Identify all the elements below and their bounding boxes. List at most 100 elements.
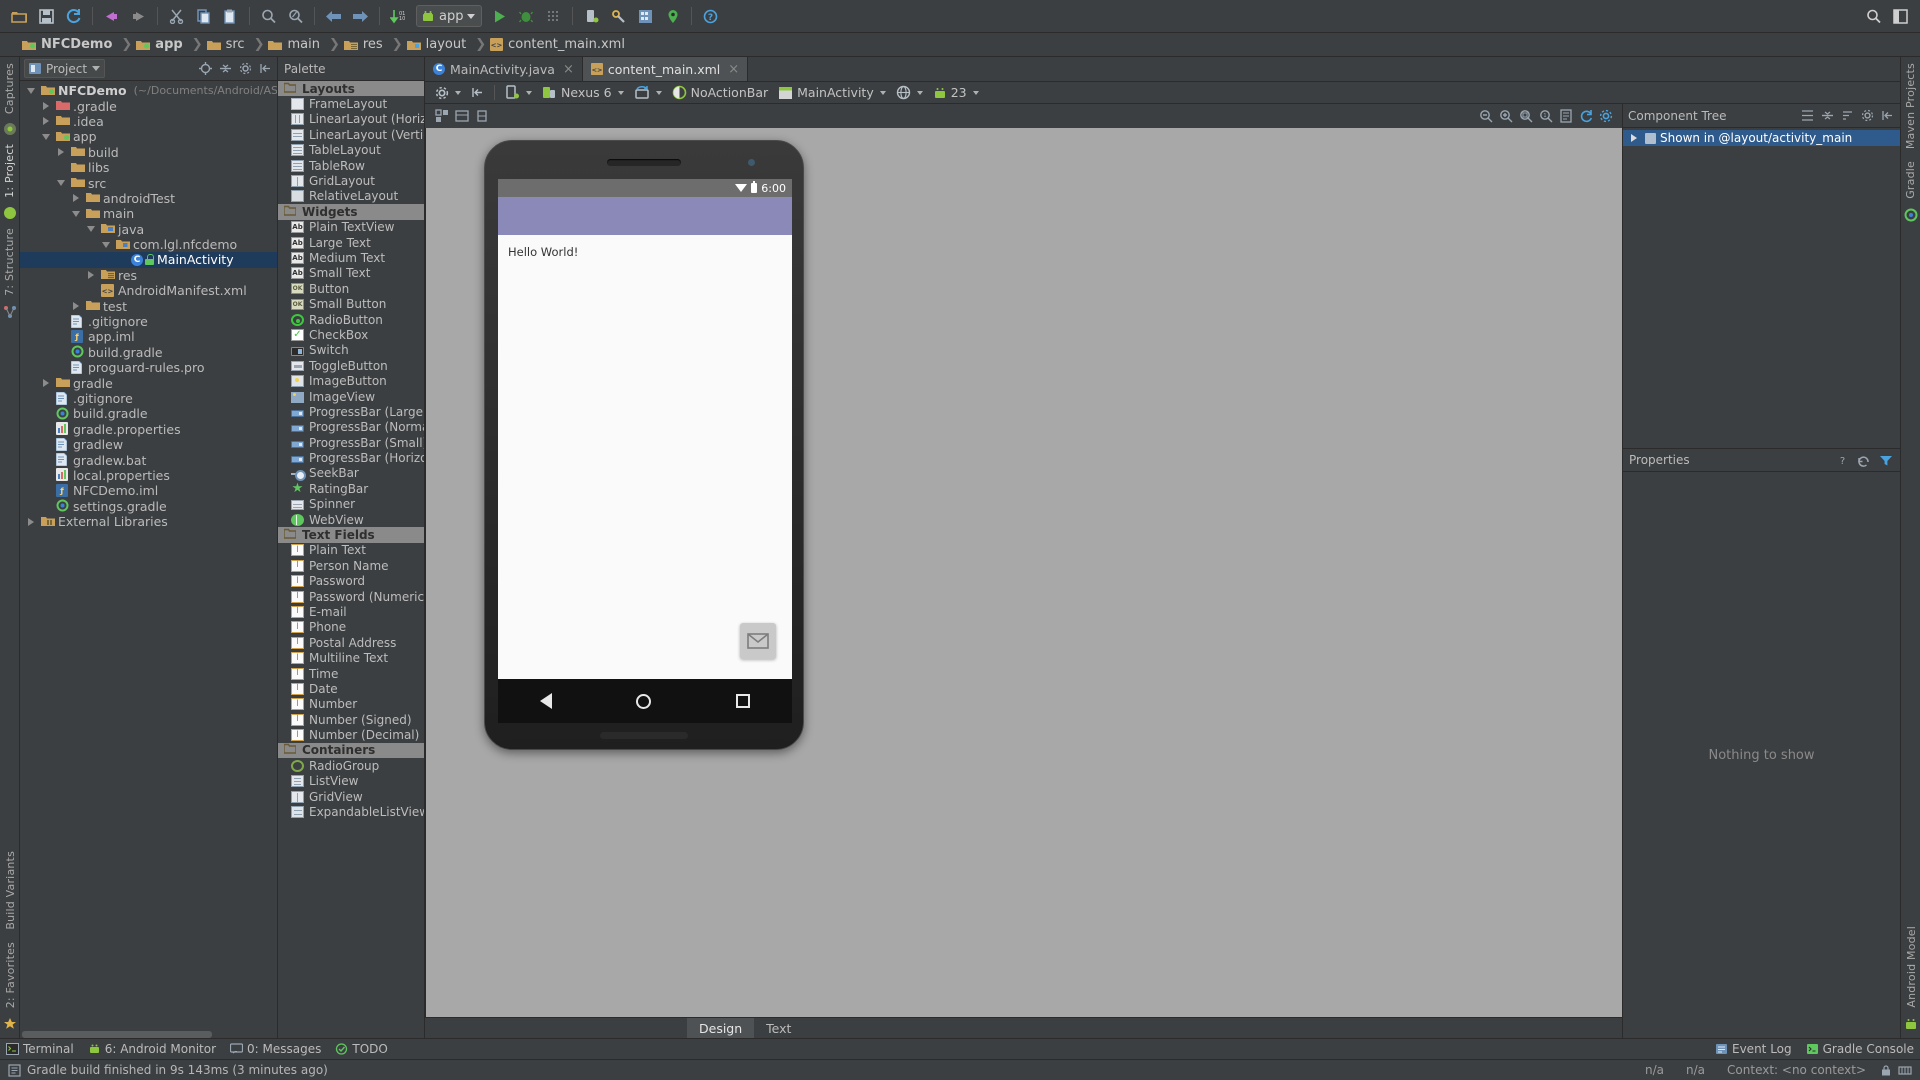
tree-expander-icon[interactable] <box>54 180 68 187</box>
activity-selector[interactable]: MainActivity <box>774 83 890 102</box>
tree-node[interactable]: .gitignore <box>20 314 277 329</box>
expand-all-icon[interactable] <box>1799 108 1815 124</box>
palette-item[interactable]: RadioButton <box>278 312 424 327</box>
close-icon[interactable]: × <box>563 62 574 77</box>
tree-node[interactable]: External Libraries <box>20 514 277 529</box>
collapse-all-icon[interactable] <box>1819 108 1835 124</box>
back-triangle-icon[interactable] <box>540 693 553 709</box>
tool-button-android-model[interactable]: Android Model <box>1905 920 1918 1014</box>
tool-button-build-variants[interactable]: Build Variants <box>4 845 17 936</box>
palette-group-header[interactable]: Layouts <box>278 81 424 97</box>
tree-expander-icon[interactable] <box>39 133 53 140</box>
palette-item[interactable]: OK Button <box>278 281 424 296</box>
locale-selector[interactable] <box>892 83 927 102</box>
device-type-selector[interactable] <box>501 83 536 102</box>
zoom-actual-icon[interactable]: 1 <box>1537 108 1554 125</box>
tree-node[interactable]: com.lgl.nfcdemo <box>20 237 277 252</box>
palette-item[interactable]: RadioGroup <box>278 758 424 773</box>
tree-expander-icon[interactable] <box>99 241 113 248</box>
palette-item[interactable]: FrameLayout <box>278 96 424 111</box>
tree-expander-icon[interactable] <box>39 117 53 126</box>
gear-icon[interactable] <box>237 61 253 77</box>
breadcrumb-item-res[interactable]: res ❯ <box>343 37 407 52</box>
palette-item[interactable]: Ab Plain TextView <box>278 220 424 235</box>
tool-button-gradle[interactable]: Gradle <box>1904 155 1917 205</box>
tool-button-maven-projects[interactable]: Maven Projects <box>1904 57 1917 155</box>
palette-item[interactable]: WebView <box>278 512 424 527</box>
palette-item[interactable]: OK Small Button <box>278 296 424 311</box>
tree-node[interactable]: androidTest <box>20 191 277 206</box>
tree-node[interactable]: C MainActivity <box>20 252 277 268</box>
tree-expander-icon[interactable] <box>24 517 38 526</box>
tool-button-captures[interactable]: Captures <box>3 57 16 120</box>
expander-icon[interactable] <box>1627 134 1641 142</box>
floating-action-button[interactable] <box>740 623 776 659</box>
tree-node[interactable]: NFCDemo (~/Documents/Android/ASCode/ <box>20 83 277 98</box>
palette-item[interactable]: RelativeLayout <box>278 189 424 204</box>
breadcrumb-item-main[interactable]: main ❯ <box>268 37 343 52</box>
forward-arrow-icon[interactable] <box>347 4 374 29</box>
device-selector[interactable]: Nexus 6 <box>538 83 628 102</box>
constraints-icon[interactable] <box>473 108 490 125</box>
tree-node[interactable]: ƒ app.iml <box>20 329 277 344</box>
palette-item[interactable]: ProgressBar (Normal) <box>278 420 424 435</box>
tree-node[interactable]: <> AndroidManifest.xml <box>20 283 277 298</box>
tree-node[interactable]: local.properties <box>20 468 277 483</box>
close-icon[interactable]: × <box>728 62 739 77</box>
refresh-icon[interactable] <box>1577 108 1594 125</box>
compile-icon[interactable]: 01 10 <box>385 4 412 29</box>
tree-node[interactable]: main <box>20 206 277 221</box>
debug-icon[interactable] <box>513 4 540 29</box>
tree-node[interactable]: .idea <box>20 114 277 129</box>
palette-item[interactable]: TableRow <box>278 158 424 173</box>
canvas-settings-icon[interactable] <box>1597 108 1614 125</box>
tree-expander-icon[interactable] <box>69 302 83 311</box>
tree-expander-icon[interactable] <box>24 87 38 94</box>
palette-item[interactable]: ✓ CheckBox <box>278 327 424 342</box>
tab-design[interactable]: Design <box>687 1018 755 1038</box>
lock-icon[interactable] <box>1880 1064 1892 1077</box>
tree-node[interactable]: app <box>20 129 277 144</box>
tool-button-gradle-console[interactable]: Gradle Console <box>1806 1042 1914 1056</box>
tree-node[interactable]: build.gradle <box>20 406 277 421</box>
palette-item[interactable]: TableLayout <box>278 143 424 158</box>
palette-item[interactable]: Ab Small Text <box>278 266 424 281</box>
designer-settings-button[interactable] <box>431 83 465 102</box>
tree-node[interactable]: ƒ NFCDemo.iml <box>20 483 277 498</box>
palette-item[interactable]: I E-mail <box>278 604 424 619</box>
filter-icon[interactable] <box>1878 452 1894 468</box>
api-level-selector[interactable]: 23 <box>929 83 983 102</box>
run-configuration-selector[interactable]: app <box>416 5 483 27</box>
open-folder-icon[interactable] <box>6 4 33 29</box>
tree-expander-icon[interactable] <box>69 194 83 203</box>
palette-toggle-icon[interactable] <box>433 108 450 125</box>
search-icon[interactable] <box>255 4 282 29</box>
tree-node[interactable]: gradle.properties <box>20 422 277 437</box>
tool-button-event-log[interactable]: Event Log <box>1715 1042 1792 1056</box>
palette-list[interactable]: LayoutsFrameLayoutLinearLayout (Horizont… <box>278 81 424 1038</box>
theme-selector[interactable]: NoActionBar <box>668 83 773 102</box>
sort-icon[interactable] <box>1839 108 1855 124</box>
design-canvas[interactable]: 6:00 Hello World! <box>425 128 1622 1017</box>
tool-button-terminal[interactable]: Terminal <box>6 1042 74 1056</box>
zoom-fit-icon[interactable] <box>1517 108 1534 125</box>
component-tree-body[interactable]: Shown in @layout/activity_main <box>1623 128 1900 448</box>
blueprint-icon[interactable] <box>453 108 470 125</box>
recents-square-icon[interactable] <box>735 694 750 708</box>
palette-item[interactable]: ProgressBar (Large) <box>278 404 424 419</box>
palette-item[interactable]: I Password (Numeric) <box>278 589 424 604</box>
tree-expander-icon[interactable] <box>39 102 53 111</box>
palette-item[interactable]: LinearLayout (Vertical) <box>278 127 424 142</box>
palette-item[interactable]: ExpandableListView <box>278 804 424 819</box>
gear-icon[interactable] <box>1859 108 1875 124</box>
hide-panel-icon[interactable] <box>1879 108 1895 124</box>
project-structure-icon[interactable] <box>632 4 659 29</box>
screenshot-icon[interactable] <box>1557 108 1574 125</box>
palette-item[interactable]: ImageButton <box>278 373 424 388</box>
tab-mainactivity-java[interactable]: C MainActivity.java × <box>425 57 583 81</box>
project-tree-hscrollbar[interactable] <box>22 1031 212 1038</box>
help-icon[interactable]: ? <box>697 4 724 29</box>
tree-node[interactable]: build.gradle <box>20 345 277 360</box>
palette-item[interactable]: LinearLayout (Horizontal) <box>278 112 424 127</box>
tree-node[interactable]: java <box>20 222 277 237</box>
